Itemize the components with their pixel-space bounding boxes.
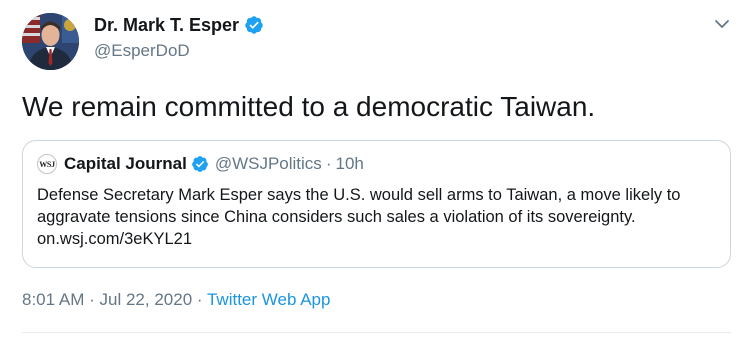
separator-dot: · bbox=[89, 290, 95, 309]
quoted-author-name: Capital Journal bbox=[64, 154, 187, 173]
separator-dot: · bbox=[325, 154, 332, 173]
tweet-source-link[interactable]: Twitter Web App bbox=[207, 290, 330, 309]
author-handle[interactable]: @EsperDoD bbox=[94, 40, 190, 62]
tweet-text: We remain committed to a democratic Taiw… bbox=[22, 91, 596, 122]
tweet-card: Dr. Mark T. Esper @EsperDoD We remain co… bbox=[0, 0, 756, 349]
author-name[interactable]: Dr. Mark T. Esper bbox=[94, 14, 239, 36]
separator-dot: · bbox=[196, 290, 203, 309]
author-avatar[interactable] bbox=[22, 13, 79, 70]
tweet-date[interactable]: Jul 22, 2020 bbox=[100, 290, 193, 309]
tweet-time[interactable]: 8:01 AM bbox=[22, 290, 84, 309]
chevron-down-icon[interactable] bbox=[711, 13, 733, 35]
quoted-tweet-header: WSJ Capital Journal @WSJPolitics · 10h bbox=[37, 154, 364, 174]
author-name-row: Dr. Mark T. Esper bbox=[94, 14, 264, 36]
wsj-logo-icon: WSJ bbox=[37, 154, 57, 174]
quoted-tweet-time: 10h bbox=[335, 154, 364, 173]
divider bbox=[22, 332, 731, 333]
quoted-tweet-text: Defense Secretary Mark Esper says the U.… bbox=[37, 186, 681, 248]
verified-badge-icon bbox=[244, 15, 264, 35]
quoted-tweet[interactable]: WSJ Capital Journal @WSJPolitics · 10h D… bbox=[22, 140, 731, 268]
quoted-author-handle: @WSJPolitics bbox=[214, 154, 322, 173]
tweet-meta: 8:01 AM · Jul 22, 2020 · Twitter Web App bbox=[22, 289, 330, 311]
verified-badge-icon bbox=[191, 155, 209, 173]
